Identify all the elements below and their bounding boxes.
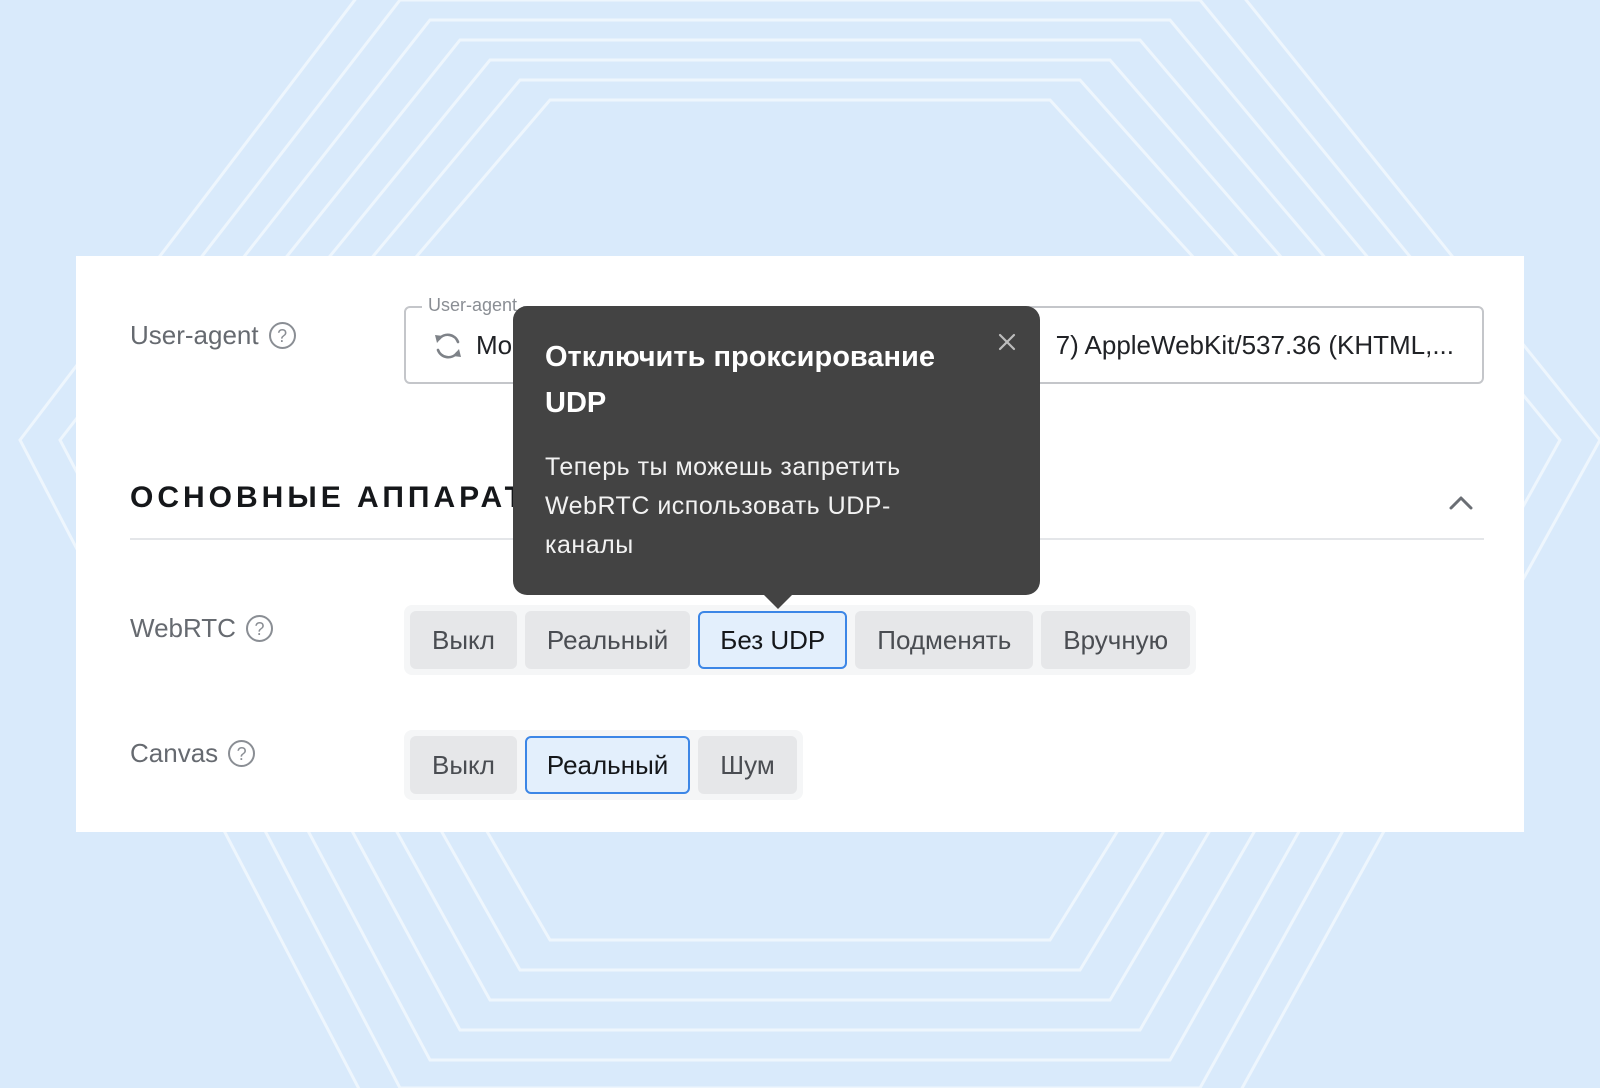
help-icon[interactable]: ? (268, 322, 296, 349)
tooltip-body: Теперь ты можешь запретить WebRTC исполь… (545, 453, 901, 559)
user-agent-row-label: User-agent ? (130, 320, 296, 351)
refresh-icon[interactable] (432, 330, 464, 362)
chevron-up-icon[interactable] (1446, 488, 1476, 518)
webrtc-option-no-udp[interactable]: Без UDP (698, 611, 848, 669)
feature-tooltip: Отключить проксирование UDP Теперь ты мо… (513, 306, 1040, 595)
help-icon[interactable]: ? (245, 615, 273, 642)
webrtc-row-label: WebRTC ? (130, 613, 273, 644)
user-agent-legend: User-agent (422, 295, 524, 316)
canvas-segmented-control: Выкл Реальный Шум (404, 730, 803, 800)
help-icon[interactable]: ? (228, 740, 256, 767)
user-agent-label: User-agent (130, 320, 259, 350)
tooltip-title: Отключить проксирование UDP (545, 341, 935, 419)
canvas-option-real[interactable]: Реальный (524, 736, 691, 794)
user-agent-value-start: Mo (476, 330, 513, 360)
webrtc-label: WebRTC (130, 613, 236, 643)
webrtc-option-real[interactable]: Реальный (524, 611, 691, 669)
canvas-row-label: Canvas ? (130, 738, 256, 769)
user-agent-value-end: 7) AppleWebKit/537.36 (KHTML,... (1055, 330, 1454, 360)
webrtc-option-manual[interactable]: Вручную (1041, 611, 1191, 669)
close-icon[interactable] (995, 330, 1019, 354)
canvas-label: Canvas (130, 738, 219, 768)
webrtc-segmented-control: Выкл Реальный Без UDP Подменять Вручную (404, 605, 1197, 675)
canvas-option-noise[interactable]: Шум (698, 736, 797, 794)
section-title: ОСНОВНЫЕ АППАРАТН (130, 481, 553, 514)
webrtc-option-off[interactable]: Выкл (410, 611, 517, 669)
canvas-option-off[interactable]: Выкл (410, 736, 517, 794)
tooltip-arrow (764, 595, 792, 609)
webrtc-option-replace[interactable]: Подменять (855, 611, 1034, 669)
